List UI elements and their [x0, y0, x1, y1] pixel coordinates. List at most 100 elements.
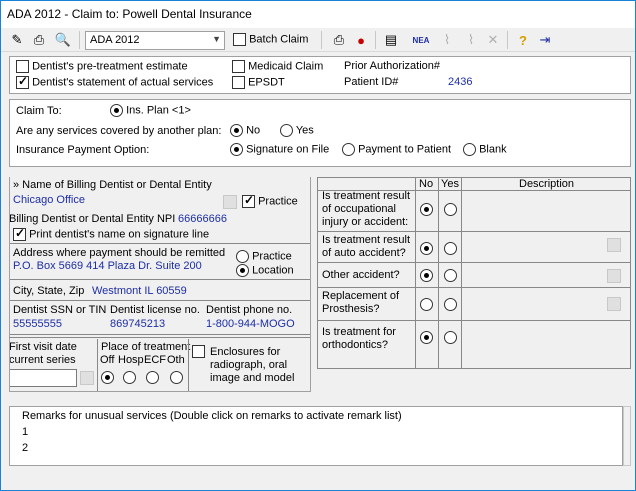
medicaid-checkbox[interactable]: Medicaid Claim: [232, 60, 323, 73]
claim-to-radio-circle[interactable]: [110, 104, 123, 117]
preview-icon[interactable]: 🔍: [53, 30, 73, 50]
print-name-checkbox[interactable]: Print dentist's name on signature line: [13, 226, 209, 241]
prior-auth-label: Prior Authorization#: [344, 60, 440, 72]
billing-lookup-button[interactable]: [223, 195, 237, 209]
form-icon[interactable]: ▤: [381, 30, 401, 50]
treatment-q2-yes-radio[interactable]: [444, 242, 457, 255]
treatment-q4-yes-radio[interactable]: [444, 298, 457, 311]
print-send-icon[interactable]: ⎙: [329, 30, 349, 50]
attach2-icon[interactable]: ⌇: [461, 30, 481, 50]
payment-signature-radio[interactable]: Signature on File: [230, 143, 329, 156]
exit-icon[interactable]: ⇥: [535, 30, 555, 50]
city-value[interactable]: Westmont IL 60559: [92, 285, 187, 297]
help-icon[interactable]: ?: [513, 30, 533, 50]
license-value[interactable]: 869745213: [110, 318, 165, 330]
place-label: Place of treatment: [101, 341, 191, 353]
city-label: City, State, Zip: [13, 285, 85, 297]
treatment-q3-description-button[interactable]: [607, 269, 621, 283]
medicaid-box[interactable]: [232, 60, 245, 73]
remarks-panel[interactable]: Remarks for unusual services (Double cli…: [9, 406, 623, 466]
treatment-q2-line2: of auto accident?: [322, 247, 406, 259]
treatment-q3-line1: Other accident?: [322, 269, 400, 281]
epsdt-label: EPSDT: [248, 76, 285, 89]
treatment-q5-yes-radio[interactable]: [444, 331, 457, 344]
claim-to-radio[interactable]: Ins. Plan <1>: [110, 104, 191, 117]
actual-services-checkbox[interactable]: Dentist's statement of actual services: [16, 74, 214, 89]
ssn-label: Dentist SSN or TIN: [13, 304, 107, 316]
print-name-box[interactable]: [13, 226, 26, 241]
other-plan-yes-circle[interactable]: [280, 124, 293, 137]
place-option-ecf: ECF: [144, 354, 166, 366]
other-plan-no-circle[interactable]: [230, 124, 243, 137]
payment-patient-circle[interactable]: [342, 143, 355, 156]
other-plan-no-radio[interactable]: No: [230, 124, 260, 137]
addr-practice-circle[interactable]: [236, 250, 249, 263]
claim-to-option-label: Ins. Plan <1>: [126, 104, 191, 117]
place-oth-radio[interactable]: [170, 371, 183, 384]
batch-claim-checkbox[interactable]: Batch Claim: [233, 33, 308, 46]
patient-id-label: Patient ID#: [344, 76, 399, 88]
person-send-icon[interactable]: ●: [351, 30, 371, 50]
payment-blank-radio[interactable]: Blank: [463, 143, 507, 156]
treatment-q5-no-radio[interactable]: [420, 331, 433, 344]
actual-services-label: Dentist's statement of actual services: [32, 76, 214, 89]
treatment-q2-description-button[interactable]: [607, 238, 621, 252]
col-no-header: No: [419, 178, 434, 190]
first-visit-input[interactable]: [9, 369, 77, 387]
billing-name-value[interactable]: Chicago Office: [13, 194, 85, 206]
ssn-value[interactable]: 55555555: [13, 318, 62, 330]
remarks-scrollbar[interactable]: [623, 406, 631, 466]
treatment-q1-no-radio[interactable]: [420, 203, 433, 216]
remark-line-2[interactable]: 2: [22, 442, 28, 454]
treatment-q4-no-radio[interactable]: [420, 298, 433, 311]
practice-label: Practice: [258, 195, 298, 208]
epsdt-checkbox[interactable]: EPSDT: [232, 76, 285, 89]
attach-icon[interactable]: ⌇: [437, 30, 457, 50]
claim-to-label: Claim To:: [16, 105, 62, 117]
payment-patient-radio[interactable]: Payment to Patient: [342, 143, 451, 156]
date-picker-button[interactable]: [80, 371, 94, 385]
window-title: ADA 2012 - Claim to: Powell Dental Insur…: [7, 7, 252, 21]
print-icon[interactable]: ⎙: [29, 30, 49, 50]
enclosures-label-3: image and model: [210, 372, 295, 384]
treatment-q3-no-radio[interactable]: [420, 269, 433, 282]
practice-box[interactable]: [242, 193, 255, 208]
pretreatment-box[interactable]: [16, 60, 29, 73]
other-plan-no-label: No: [246, 124, 261, 137]
edit-icon[interactable]: ✎: [7, 30, 27, 50]
payment-patient-label: Payment to Patient: [358, 143, 452, 156]
addr-location-label: Location: [252, 264, 294, 277]
title-bar: ADA 2012 - Claim to: Powell Dental Insur…: [1, 1, 635, 28]
npi-value[interactable]: 66666666: [178, 213, 227, 225]
treatment-q3-yes-radio[interactable]: [444, 269, 457, 282]
delete-icon[interactable]: ✕: [483, 30, 503, 50]
epsdt-box[interactable]: [232, 76, 245, 89]
remark-line-1[interactable]: 1: [22, 426, 28, 438]
nea-icon[interactable]: NEA: [411, 30, 431, 50]
payment-blank-circle[interactable]: [463, 143, 476, 156]
addr-location-circle[interactable]: [236, 264, 249, 277]
medicaid-label: Medicaid Claim: [248, 60, 324, 73]
form-select[interactable]: ADA 2012 ▼: [85, 31, 225, 50]
phone-value[interactable]: 1-800-944-MOGO: [206, 318, 295, 330]
treatment-q4-description-button[interactable]: [607, 297, 621, 311]
addr-location-radio[interactable]: Location: [236, 264, 294, 277]
other-plan-yes-radio[interactable]: Yes: [280, 124, 314, 137]
treatment-q1-yes-radio[interactable]: [444, 203, 457, 216]
address-value[interactable]: P.O. Box 5669 414 Plaza Dr. Suite 200: [13, 260, 202, 272]
place-option-hosp: Hosp: [118, 354, 144, 366]
enclosures-checkbox[interactable]: [192, 345, 205, 358]
batch-claim-box[interactable]: [233, 33, 246, 46]
place-ecf-radio[interactable]: [146, 371, 159, 384]
practice-checkbox[interactable]: Practice: [242, 193, 298, 208]
pretreatment-checkbox[interactable]: Dentist's pre-treatment estimate: [16, 60, 188, 73]
place-off-radio[interactable]: [101, 371, 114, 384]
treatment-q5-line2: orthodontics?: [322, 339, 389, 351]
actual-services-box[interactable]: [16, 74, 29, 89]
address-label: Address where payment should be remitted: [13, 247, 226, 259]
payment-blank-label: Blank: [479, 143, 507, 156]
treatment-q2-no-radio[interactable]: [420, 242, 433, 255]
payment-signature-circle[interactable]: [230, 143, 243, 156]
addr-practice-radio[interactable]: Practice: [236, 250, 292, 263]
place-hosp-radio[interactable]: [123, 371, 136, 384]
